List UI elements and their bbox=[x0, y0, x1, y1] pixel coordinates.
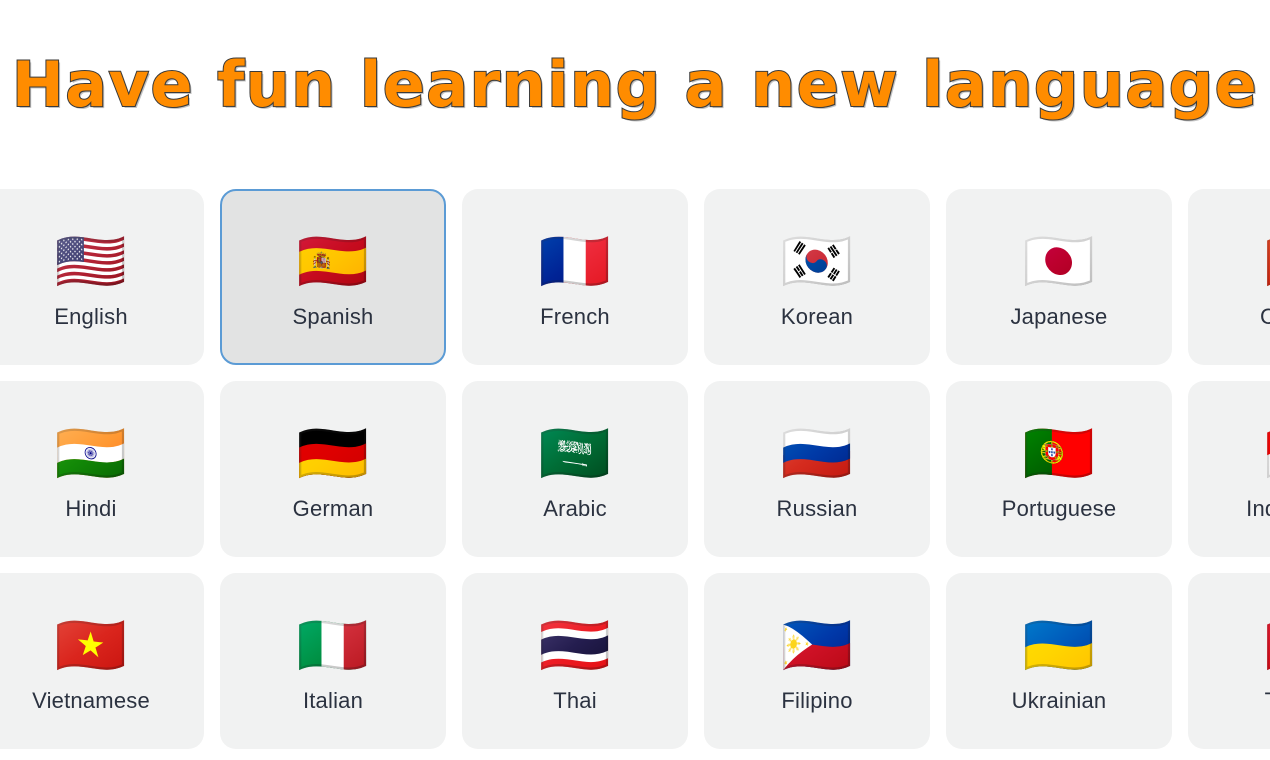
flag-jp-icon: 🇯🇵 bbox=[1022, 227, 1096, 295]
language-card-label: Thai bbox=[553, 688, 597, 713]
language-card-label: Spanish bbox=[292, 304, 374, 329]
language-card-label: Portuguese bbox=[1001, 496, 1117, 521]
flag-fr-icon: 🇫🇷 bbox=[538, 227, 612, 295]
language-card-label: Korean bbox=[780, 304, 854, 329]
language-card-turkish[interactable]: 🇹🇷 Turkish bbox=[1188, 573, 1270, 749]
language-card-label: Japanese bbox=[1010, 304, 1108, 329]
language-card-label: Vietnamese bbox=[32, 688, 150, 713]
language-card-portuguese[interactable]: 🇵🇹 Portuguese bbox=[946, 381, 1172, 557]
flag-ru-icon: 🇷🇺 bbox=[780, 419, 854, 487]
language-card-vietnamese[interactable]: 🇻🇳 Vietnamese bbox=[0, 573, 204, 749]
language-card-label: Chinese bbox=[1259, 304, 1270, 329]
flag-vn-icon: 🇻🇳 bbox=[54, 611, 128, 679]
language-card-russian[interactable]: 🇷🇺 Russian bbox=[704, 381, 930, 557]
flag-ph-icon: 🇵🇭 bbox=[780, 611, 854, 679]
language-card-french[interactable]: 🇫🇷 French bbox=[462, 189, 688, 365]
language-card-label: English bbox=[54, 304, 128, 329]
language-card-label: Turkish bbox=[1265, 688, 1270, 714]
language-card-label: French bbox=[540, 304, 610, 329]
language-card-korean[interactable]: 🇰🇷 Korean bbox=[704, 189, 930, 365]
language-grid: 🇺🇸 English 🇪🇸 Spanish 🇫🇷 French 🇰🇷 Korean 🇯🇵 Japa… bbox=[0, 189, 1270, 749]
language-card-indonesian[interactable]: 🇮🇩 Indonesian bbox=[1188, 381, 1270, 557]
language-card-chinese[interactable]: 🇨🇳 Chinese bbox=[1188, 189, 1270, 365]
flag-de-icon: 🇩🇪 bbox=[296, 419, 370, 487]
language-card-label: Ukrainian bbox=[1011, 688, 1107, 713]
language-card-italian[interactable]: 🇮🇹 Italian bbox=[220, 573, 446, 749]
language-card-english[interactable]: 🇺🇸 English bbox=[0, 189, 204, 365]
flag-th-icon: 🇹🇭 bbox=[538, 611, 612, 679]
language-card-filipino[interactable]: 🇵🇭 Filipino bbox=[704, 573, 930, 749]
flag-tr-icon: 🇹🇷 bbox=[1265, 608, 1270, 682]
flag-it-icon: 🇮🇹 bbox=[296, 611, 370, 679]
language-card-thai[interactable]: 🇹🇭 Thai bbox=[462, 573, 688, 749]
flag-sa-icon: 🇸🇦 bbox=[538, 419, 612, 487]
language-card-ukrainian[interactable]: 🇺🇦 Ukrainian bbox=[946, 573, 1172, 749]
language-card-label: Arabic bbox=[543, 496, 607, 521]
flag-es-icon: 🇪🇸 bbox=[296, 227, 370, 295]
flag-cn-icon: 🇨🇳 bbox=[1265, 224, 1270, 298]
language-card-hindi[interactable]: 🇮🇳 Hindi bbox=[0, 381, 204, 557]
flag-id-icon: 🇮🇩 bbox=[1265, 416, 1270, 490]
language-card-label: Hindi bbox=[65, 496, 117, 521]
flag-kr-icon: 🇰🇷 bbox=[780, 227, 854, 295]
language-card-label: Russian bbox=[776, 496, 858, 521]
language-card-german[interactable]: 🇩🇪 German bbox=[220, 381, 446, 557]
flag-ua-icon: 🇺🇦 bbox=[1022, 611, 1096, 679]
flag-us-icon: 🇺🇸 bbox=[54, 227, 128, 295]
language-card-spanish[interactable]: 🇪🇸 Spanish bbox=[220, 189, 446, 365]
language-card-japanese[interactable]: 🇯🇵 Japanese bbox=[946, 189, 1172, 365]
language-card-arabic[interactable]: 🇸🇦 Arabic bbox=[462, 381, 688, 557]
flag-in-icon: 🇮🇳 bbox=[54, 419, 128, 487]
language-card-label: Filipino bbox=[781, 688, 853, 713]
language-grid-viewport: 🇺🇸 English 🇪🇸 Spanish 🇫🇷 French 🇰🇷 Korean 🇯🇵 Japa… bbox=[0, 189, 1270, 760]
page-title: Have fun learning a new language bbox=[11, 48, 1259, 121]
language-card-label: German bbox=[292, 496, 374, 521]
language-card-label: Indonesian bbox=[1246, 496, 1270, 521]
flag-pt-icon: 🇵🇹 bbox=[1022, 419, 1096, 487]
language-card-label: Italian bbox=[302, 688, 364, 713]
